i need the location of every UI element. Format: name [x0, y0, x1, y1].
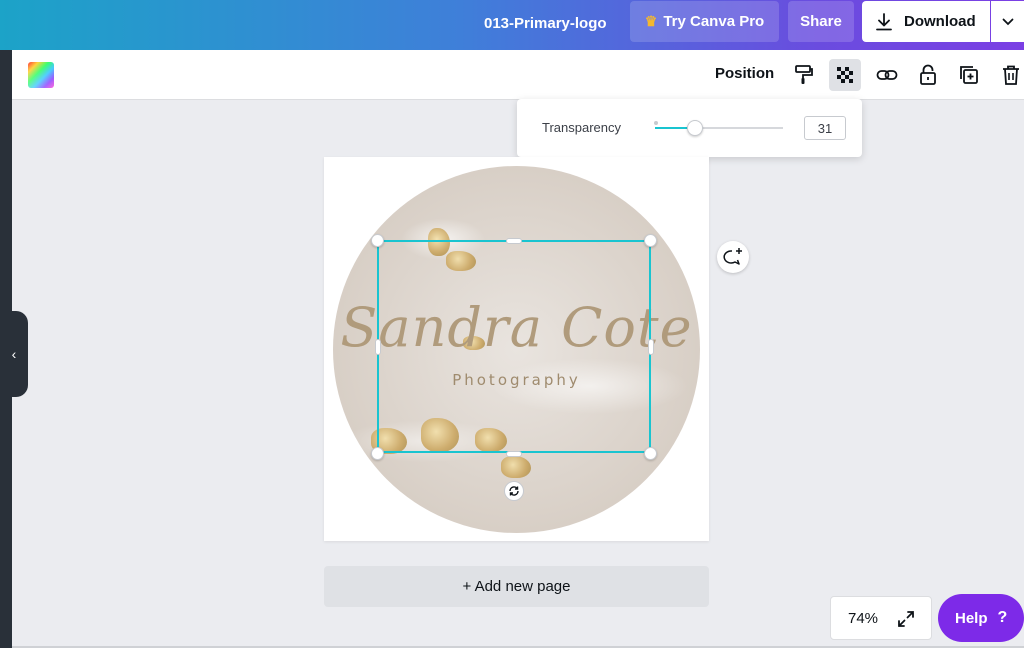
add-new-page-button[interactable]: + Add new page [324, 566, 709, 607]
duplicate-button[interactable] [953, 59, 985, 91]
resize-handle-bottom-left[interactable] [371, 447, 384, 460]
position-button[interactable]: Position [715, 65, 774, 82]
try-canva-pro-label: Try Canva Pro [663, 13, 765, 30]
top-bar: 013-Primary-logo ♛ Try Canva Pro Share D… [0, 0, 1024, 50]
share-button[interactable]: Share [788, 1, 854, 42]
transparency-icon [837, 67, 853, 83]
rotate-icon [509, 486, 519, 496]
download-icon [876, 12, 892, 30]
lock-icon [920, 64, 936, 85]
copy-style-button[interactable] [788, 59, 820, 91]
try-canva-pro-button[interactable]: ♛ Try Canva Pro [630, 1, 779, 42]
question-icon: ? [997, 609, 1008, 626]
paint-roller-icon [795, 65, 813, 84]
rotate-handle[interactable] [504, 481, 524, 501]
add-comment-button[interactable] [717, 241, 749, 273]
comment-add-icon [723, 248, 742, 265]
slider-min-marker [654, 121, 658, 125]
link-button[interactable] [871, 59, 903, 91]
slider-thumb[interactable] [687, 120, 703, 136]
resize-handle-bottom-right[interactable] [644, 447, 657, 460]
color-picker-button[interactable] [28, 62, 54, 88]
duplicate-icon [960, 66, 978, 84]
gold-leaf-shape [501, 456, 531, 478]
crown-icon: ♛ [644, 13, 658, 29]
collapse-panel-button[interactable]: ‹ [0, 311, 28, 397]
resize-handle-top-left[interactable] [371, 234, 384, 247]
resize-handle-right[interactable] [648, 339, 654, 355]
chevron-down-icon [1002, 18, 1013, 25]
trash-icon [1003, 65, 1019, 85]
resize-handle-top[interactable] [506, 238, 522, 244]
delete-button[interactable] [995, 59, 1024, 91]
resize-handle-bottom[interactable] [506, 451, 522, 457]
download-button[interactable]: Download [862, 1, 990, 42]
download-label: Download [904, 13, 976, 30]
editor-toolbar: Position [12, 50, 1024, 100]
resize-handle-left[interactable] [375, 339, 381, 355]
zoom-value[interactable]: 74% [848, 610, 878, 627]
link-icon [876, 70, 898, 80]
transparency-slider[interactable] [655, 120, 783, 136]
lock-button[interactable] [912, 59, 944, 91]
transparency-button[interactable] [829, 59, 861, 91]
transparency-popover: Transparency 31 [517, 99, 862, 157]
download-options-button[interactable] [991, 1, 1024, 42]
resize-handle-top-right[interactable] [644, 234, 657, 247]
selection-box[interactable] [377, 240, 651, 453]
transparency-label: Transparency [542, 120, 621, 135]
transparency-value-input[interactable]: 31 [804, 116, 846, 140]
chevron-left-icon: ‹ [11, 346, 17, 362]
document-title[interactable]: 013-Primary-logo [484, 14, 607, 34]
expand-icon[interactable] [897, 610, 915, 628]
zoom-control[interactable]: 74% [830, 596, 932, 640]
share-label: Share [800, 13, 842, 30]
help-label: Help [955, 609, 988, 627]
help-button[interactable]: Help ? [938, 594, 1024, 642]
